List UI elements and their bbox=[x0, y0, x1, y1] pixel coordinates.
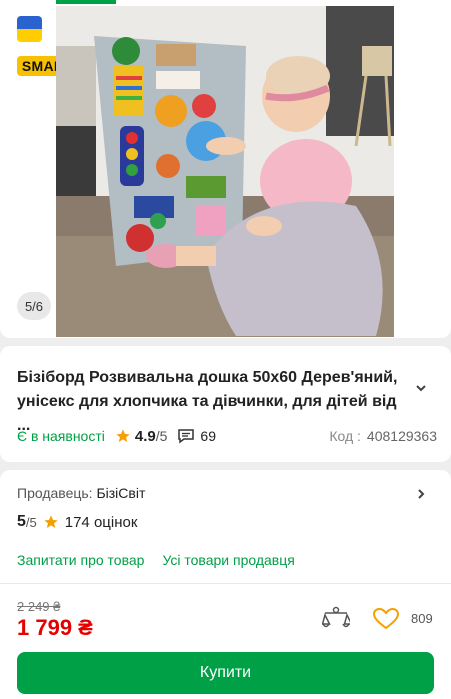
seller-card: Продавець: БізіСвіт 5 /5 174 оцінок Запи… bbox=[0, 470, 451, 699]
image-counter: 5/6 bbox=[17, 292, 51, 320]
product-photo[interactable] bbox=[56, 6, 394, 337]
ask-about-product-link[interactable]: Запитати про товар bbox=[17, 552, 144, 568]
product-rating-max: /5 bbox=[155, 428, 168, 444]
comment-icon bbox=[178, 429, 195, 444]
seller-rating-max: /5 bbox=[25, 514, 37, 530]
gallery-card: SMART 5/6 bbox=[0, 0, 451, 338]
chevron-down-icon[interactable] bbox=[415, 382, 427, 394]
seller-links: Запитати про товар Усі товари продавця bbox=[17, 552, 295, 568]
product-rating[interactable]: 4.9 bbox=[135, 428, 156, 445]
likes-count: 809 bbox=[411, 611, 433, 626]
product-info-card: Бізіборд Розвивальна дошка 50х60 Дерев'я… bbox=[0, 346, 451, 462]
seller-label: Продавець: bbox=[17, 485, 93, 501]
availability-status: Є в наявності bbox=[17, 428, 105, 444]
star-icon bbox=[116, 429, 130, 442]
product-code: 408129363 bbox=[366, 428, 437, 444]
ukraine-flag-icon bbox=[17, 16, 42, 42]
divider bbox=[0, 583, 451, 584]
buy-button[interactable]: Купити bbox=[17, 652, 434, 694]
star-icon bbox=[44, 515, 58, 528]
gallery-indicator bbox=[56, 0, 116, 4]
current-price: 1 799 ₴ bbox=[17, 615, 93, 640]
product-meta: Є в наявності 4.9 /5 69 Код : 408129363 bbox=[17, 426, 437, 446]
old-price: 2 249 ₴ bbox=[17, 599, 61, 614]
seller-rating: 5 /5 174 оцінок bbox=[17, 512, 137, 532]
heart-icon[interactable] bbox=[373, 608, 399, 630]
seller-name[interactable]: БізіСвіт bbox=[96, 485, 145, 501]
reviews-count[interactable]: 69 bbox=[200, 428, 216, 444]
seller-ratings-count: 174 оцінок bbox=[64, 513, 138, 531]
seller-line[interactable]: Продавець: БізіСвіт bbox=[17, 485, 145, 501]
compare-scales-icon[interactable] bbox=[322, 606, 350, 632]
product-code-label: Код : bbox=[329, 428, 361, 444]
all-seller-products-link[interactable]: Усі товари продавця bbox=[162, 552, 294, 568]
chevron-right-icon[interactable] bbox=[415, 488, 427, 500]
seller-rating-value: 5 bbox=[17, 513, 26, 530]
